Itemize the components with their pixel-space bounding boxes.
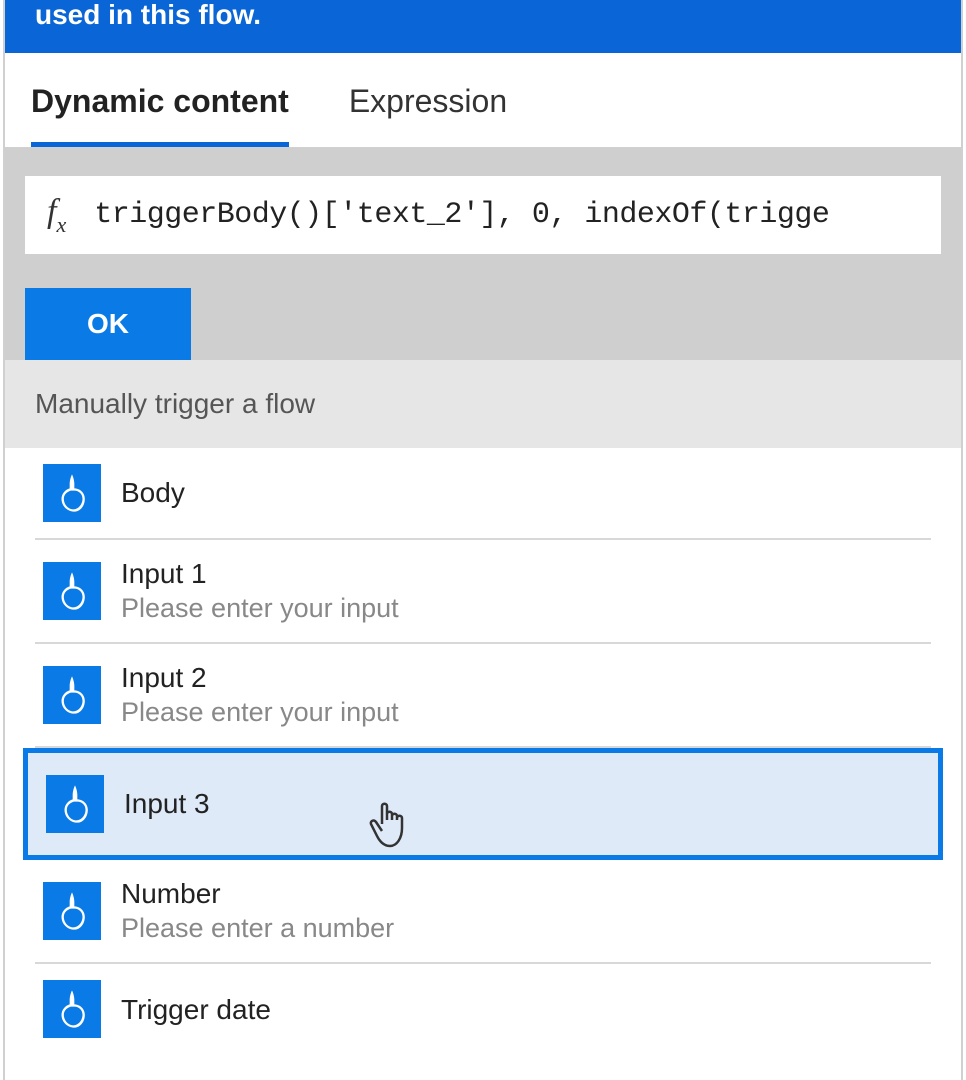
list-item-label: Number [121, 876, 923, 911]
list-item[interactable]: Body [35, 448, 931, 540]
trigger-icon [43, 666, 101, 724]
trigger-icon [43, 980, 101, 1038]
list-item-label: Input 3 [124, 786, 920, 821]
list-item[interactable]: Input 2 Please enter your input [35, 644, 931, 748]
tab-expression[interactable]: Expression [349, 83, 507, 147]
header-text: used in this flow. [35, 0, 261, 30]
trigger-icon [43, 562, 101, 620]
list-item-label: Input 1 [121, 556, 923, 591]
list-item[interactable]: Input 1 Please enter your input [35, 540, 931, 644]
expression-input[interactable]: fx triggerBody()['text_2'], 0, indexOf(t… [25, 176, 941, 254]
list-item[interactable]: Number Please enter a number [35, 860, 931, 964]
dynamic-content-list: Body Input 1 Please enter your input Inp… [5, 448, 961, 1054]
expression-text: triggerBody()['text_2'], 0, indexOf(trig… [94, 198, 829, 232]
fx-icon: fx [47, 193, 66, 236]
list-item-desc: Please enter your input [121, 591, 923, 626]
list-item-highlighted[interactable]: Input 3 [23, 748, 943, 860]
list-item[interactable]: Trigger date [35, 964, 931, 1054]
list-item-desc: Please enter your input [121, 695, 923, 730]
tabs: Dynamic content Expression [5, 53, 961, 147]
list-item-label: Body [121, 475, 923, 510]
trigger-icon [46, 775, 104, 833]
tab-dynamic-content[interactable]: Dynamic content [31, 83, 289, 147]
header-banner: used in this flow. [5, 0, 961, 53]
list-item-desc: Please enter a number [121, 911, 923, 946]
list-item-label: Trigger date [121, 992, 923, 1027]
list-item-label: Input 2 [121, 660, 923, 695]
section-header: Manually trigger a flow [5, 360, 961, 448]
trigger-icon [43, 464, 101, 522]
ok-button[interactable]: OK [25, 288, 191, 360]
expression-area: fx triggerBody()['text_2'], 0, indexOf(t… [5, 147, 961, 360]
trigger-icon [43, 882, 101, 940]
